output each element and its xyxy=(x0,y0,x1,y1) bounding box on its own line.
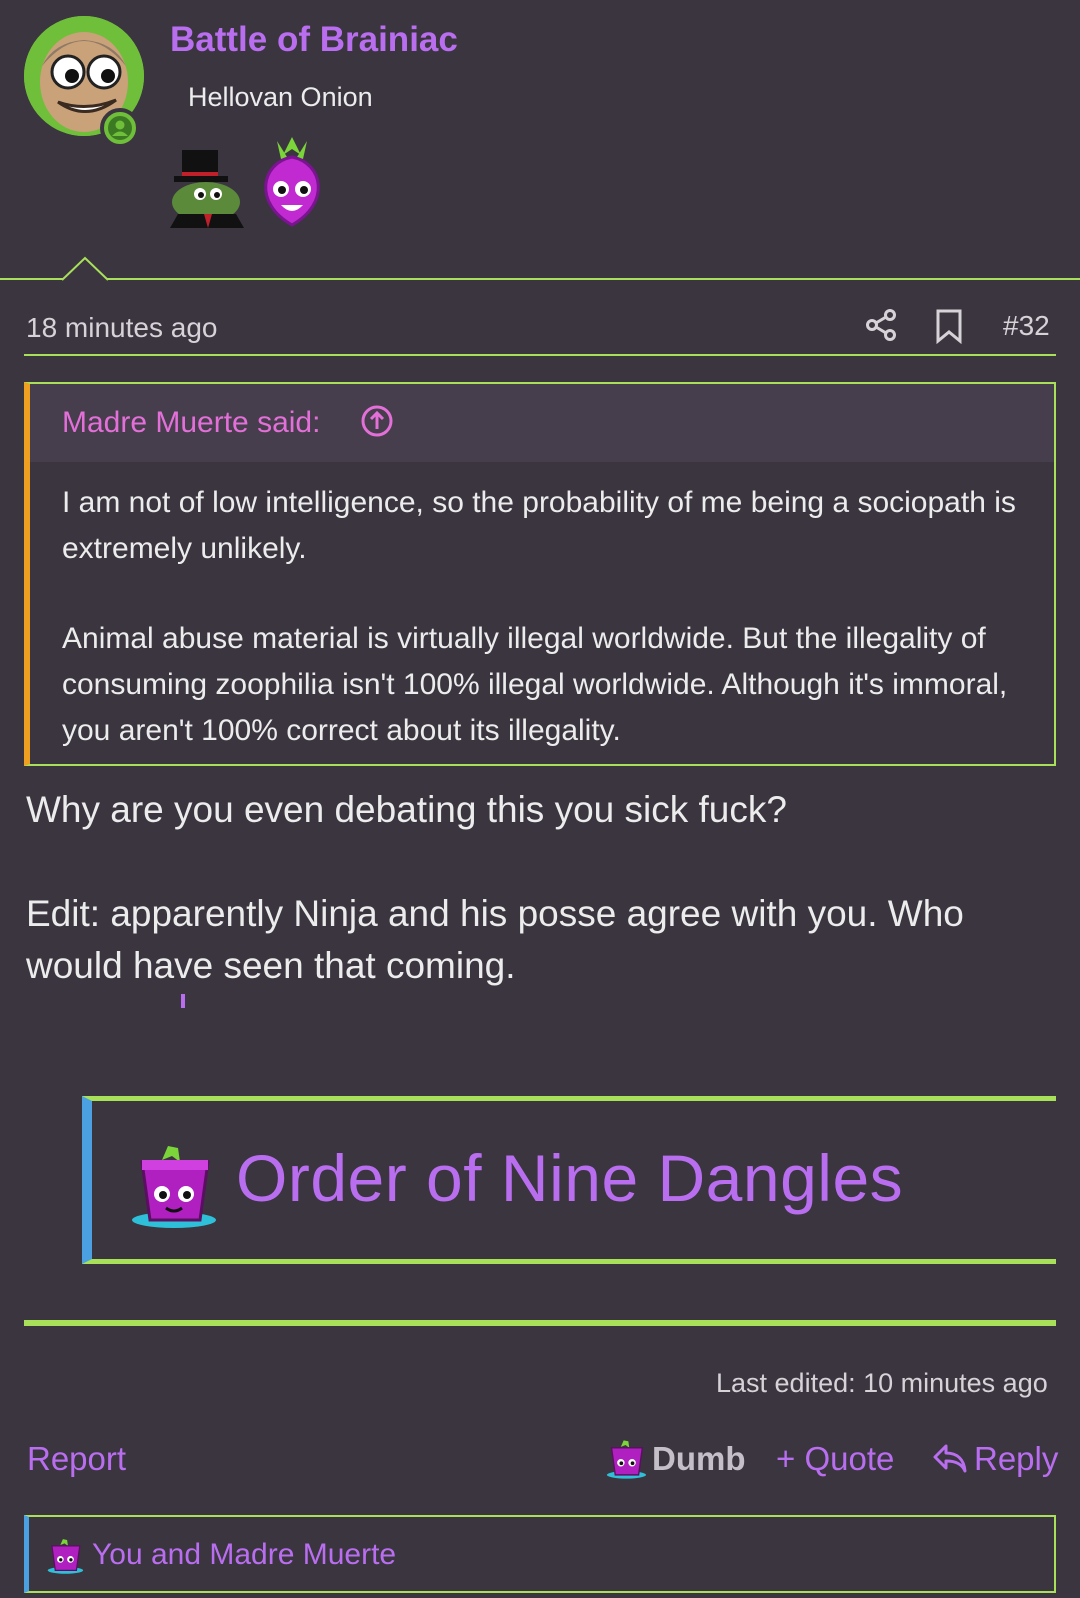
username-link[interactable]: Battle of Brainiac xyxy=(170,20,458,60)
purple-cup-icon xyxy=(128,1142,218,1230)
header-divider xyxy=(0,278,1080,280)
decorative-mark xyxy=(181,994,185,1008)
signature-divider xyxy=(24,1320,1056,1326)
post-timestamp[interactable]: 18 minutes ago xyxy=(26,312,217,344)
dumb-reaction-button[interactable]: Dumb xyxy=(652,1440,746,1478)
share-icon[interactable] xyxy=(864,308,898,342)
last-edited-label: Last edited: 10 minutes ago xyxy=(716,1368,1048,1398)
post-content: Why are you even debating this you sick … xyxy=(26,784,1026,992)
post-paragraph: Why are you even debating this you sick … xyxy=(26,789,787,830)
post-number-link[interactable]: #32 xyxy=(1003,310,1050,342)
bookmark-icon[interactable] xyxy=(934,308,964,345)
online-status-icon xyxy=(100,108,140,148)
quote-content: I am not of low intelligence, so the pro… xyxy=(62,480,1022,754)
report-button[interactable]: Report xyxy=(27,1440,126,1478)
quote-paragraph: Animal abuse material is virtually illeg… xyxy=(62,622,1008,747)
reply-icon[interactable] xyxy=(932,1440,968,1476)
quote-author-link[interactable]: Madre Muerte said: xyxy=(62,406,320,440)
meta-divider xyxy=(24,354,1056,356)
signature-text: Order of Nine Dangles xyxy=(236,1141,904,1215)
quote-paragraph: I am not of low intelligence, so the pro… xyxy=(62,486,1016,565)
jump-to-quote-icon[interactable] xyxy=(360,404,394,438)
quote-button[interactable]: + Quote xyxy=(776,1440,894,1478)
onion-badge-icon xyxy=(253,133,331,229)
frog-tophat-badge-icon xyxy=(170,148,246,228)
dumb-reaction-icon[interactable] xyxy=(605,1437,647,1481)
reactions-list-link[interactable]: You and Madre Muerte xyxy=(92,1538,396,1572)
post-paragraph: Edit: apparently Ninja and his posse agr… xyxy=(26,893,964,986)
user-title: Hellovan Onion xyxy=(188,82,373,112)
quote-block: Madre Muerte said: I am not of low intel… xyxy=(24,382,1056,766)
reply-button[interactable]: Reply xyxy=(974,1440,1058,1478)
dumb-reaction-small-icon xyxy=(46,1536,84,1576)
